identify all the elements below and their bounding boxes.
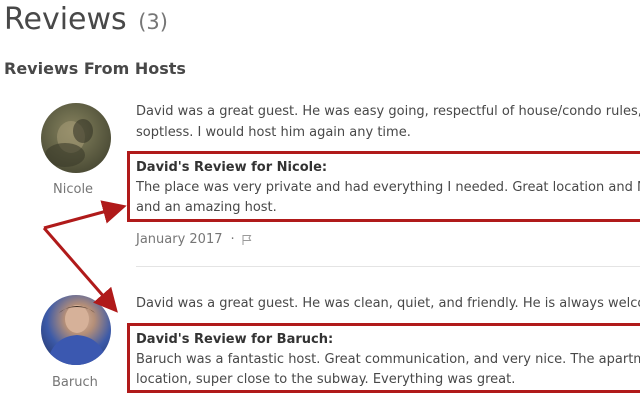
review-meta: January 2017 · (136, 232, 253, 247)
avatar-baruch[interactable] (41, 295, 111, 365)
reviews-count: (3) (138, 10, 168, 34)
flag-icon[interactable] (241, 234, 253, 246)
response-body-line: and an amazing host. (136, 200, 277, 215)
review-text: David was a great guest. He was clean, q… (136, 293, 640, 314)
avatar-photo-icon (45, 119, 93, 167)
review-divider (136, 266, 640, 267)
review-date: January 2017 (136, 232, 223, 247)
response-heading: David's Review for Nicole: (136, 160, 328, 175)
arrow-to-nicole-response (43, 200, 127, 230)
response-body-line: The place was very private and had every… (136, 180, 640, 195)
section-title: Reviews From Hosts (4, 59, 186, 78)
response-box-baruch: David's Review for Baruch: Baruch was a … (127, 323, 640, 393)
meta-separator: · (230, 232, 235, 247)
review-text-line: David was a great guest. He was easy goi… (136, 104, 640, 119)
avatar-nicole[interactable] (41, 103, 111, 173)
reviews-title-text: Reviews (4, 2, 127, 37)
response-body-line: location, super close to the subway. Eve… (136, 372, 516, 387)
reviewer-name-baruch[interactable]: Baruch (52, 375, 98, 390)
reviewer-name-nicole[interactable]: Nicole (53, 182, 93, 197)
review-text: David was a great guest. He was easy goi… (136, 101, 640, 143)
response-box-nicole: David's Review for Nicole: The place was… (127, 151, 640, 222)
avatar-photo-icon (47, 305, 107, 365)
review-text-line: David was a great guest. He was clean, q… (136, 296, 640, 311)
page-title: Reviews (3) (4, 2, 168, 37)
reviews-page: Reviews (3) Reviews From Hosts Nicole Da… (0, 0, 640, 400)
review-text-line: soptless. I would host him again any tim… (136, 125, 411, 140)
response-heading: David's Review for Baruch: (136, 332, 334, 347)
response-body-line: Baruch was a fantastic host. Great commu… (136, 352, 640, 367)
